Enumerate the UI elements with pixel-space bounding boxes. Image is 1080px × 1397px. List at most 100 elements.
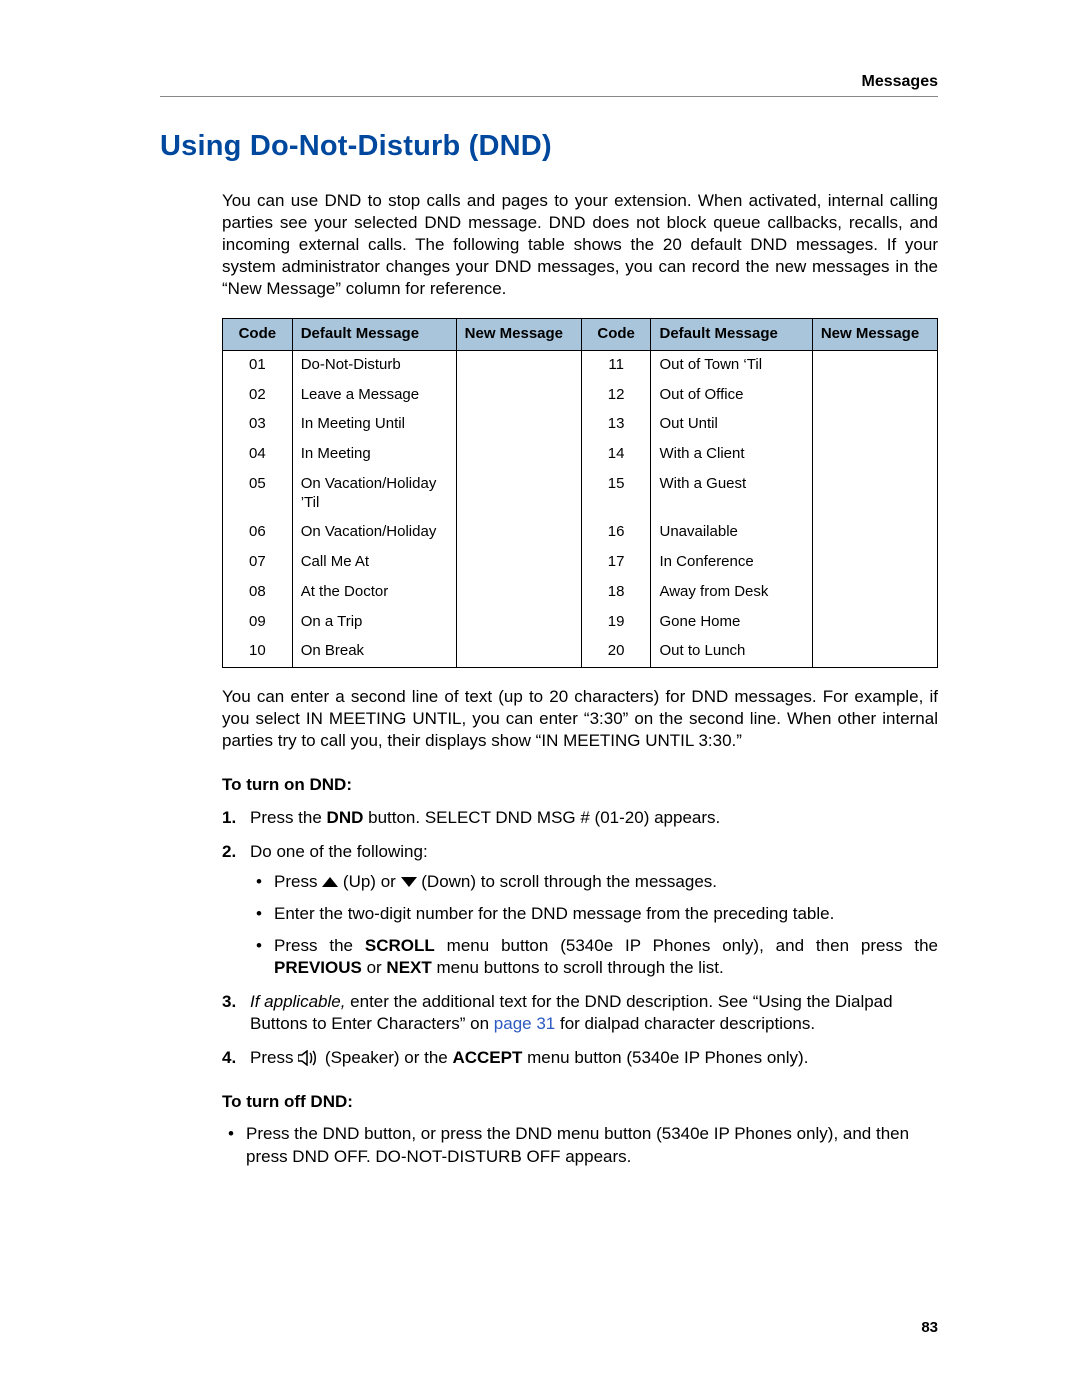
col-new-2: New Message bbox=[812, 319, 937, 351]
content-area: Using Do-Not-Disturb (DND) You can use D… bbox=[160, 128, 938, 1178]
cell-code-left: 02 bbox=[223, 381, 293, 411]
cell-code-right: 13 bbox=[581, 410, 651, 440]
cell-default-left: On Vacation/Holiday ’Til bbox=[292, 470, 456, 519]
step2-b3-e: or bbox=[362, 958, 387, 977]
cell-new-right bbox=[812, 578, 937, 608]
cell-new-right bbox=[812, 548, 937, 578]
cell-code-right: 14 bbox=[581, 440, 651, 470]
table-row: 05On Vacation/Holiday ’Til15With a Guest bbox=[223, 470, 938, 519]
table-row: 08At the Doctor 18Away from Desk bbox=[223, 578, 938, 608]
cell-code-left: 06 bbox=[223, 518, 293, 548]
cell-code-right: 11 bbox=[581, 350, 651, 380]
cell-new-right bbox=[812, 637, 937, 667]
cell-code-left: 03 bbox=[223, 410, 293, 440]
cell-new-right bbox=[812, 608, 937, 638]
intro-paragraph: You can use DND to stop calls and pages … bbox=[222, 190, 938, 300]
table-row: 04In Meeting 14With a Client bbox=[223, 440, 938, 470]
cell-default-left: In Meeting bbox=[292, 440, 456, 470]
table-row: 01Do-Not-Disturb11Out of Town ‘Til bbox=[223, 350, 938, 380]
cell-default-left: At the Doctor bbox=[292, 578, 456, 608]
cell-default-left: In Meeting Until bbox=[292, 410, 456, 440]
step2-sub-bullets: Press (Up) or (Down) to scroll through t… bbox=[250, 871, 938, 979]
cell-default-right: Out of Office bbox=[651, 381, 812, 411]
table-row: 06On Vacation/Holiday16Unavailable bbox=[223, 518, 938, 548]
cell-new-left bbox=[456, 637, 581, 667]
cell-code-right: 20 bbox=[581, 637, 651, 667]
cell-code-right: 17 bbox=[581, 548, 651, 578]
cell-new-left bbox=[456, 548, 581, 578]
cell-default-right: With a Client bbox=[651, 440, 812, 470]
cell-new-left bbox=[456, 350, 581, 380]
step2-bullet-1: Press (Up) or (Down) to scroll through t… bbox=[274, 871, 938, 893]
cell-code-right: 18 bbox=[581, 578, 651, 608]
cell-code-right: 15 bbox=[581, 470, 651, 519]
step2-b3-scroll: SCROLL bbox=[365, 936, 435, 955]
cell-default-right: Out to Lunch bbox=[651, 637, 812, 667]
step4-b: (Speaker) or the bbox=[320, 1048, 452, 1067]
cell-new-left bbox=[456, 381, 581, 411]
step3-c: for dialpad character descriptions. bbox=[555, 1014, 815, 1033]
step2-b3-g: menu buttons to scroll through the list. bbox=[432, 958, 724, 977]
header-rule bbox=[160, 96, 938, 97]
table-row: 09On a Trip19Gone Home bbox=[223, 608, 938, 638]
col-code-2: Code bbox=[581, 319, 651, 351]
cell-new-left bbox=[456, 518, 581, 548]
cell-code-left: 09 bbox=[223, 608, 293, 638]
cell-default-right: Away from Desk bbox=[651, 578, 812, 608]
cell-new-left bbox=[456, 410, 581, 440]
step2-b3-next: NEXT bbox=[386, 958, 431, 977]
cell-default-right: Out of Town ‘Til bbox=[651, 350, 812, 380]
turn-off-dnd-heading: To turn off DND: bbox=[222, 1091, 938, 1113]
running-header: Messages bbox=[862, 72, 939, 93]
after-table-paragraph: You can enter a second line of text (up … bbox=[222, 686, 938, 752]
cell-new-left bbox=[456, 440, 581, 470]
cell-code-right: 12 bbox=[581, 381, 651, 411]
cell-new-right bbox=[812, 410, 937, 440]
step4-accept: ACCEPT bbox=[452, 1048, 522, 1067]
step2-b1-b: (Up) or bbox=[338, 872, 400, 891]
step2-b1-a: Press bbox=[274, 872, 322, 891]
speaker-icon bbox=[298, 1050, 320, 1066]
cell-code-left: 04 bbox=[223, 440, 293, 470]
col-code-1: Code bbox=[223, 319, 293, 351]
down-arrow-icon bbox=[401, 875, 417, 889]
cell-default-left: On Vacation/Holiday bbox=[292, 518, 456, 548]
col-default-1: Default Message bbox=[292, 319, 456, 351]
step4-d: menu button (5340e IP Phones only). bbox=[522, 1048, 808, 1067]
col-new-1: New Message bbox=[456, 319, 581, 351]
page-31-link[interactable]: page 31 bbox=[494, 1014, 555, 1033]
step-4: Press (Speaker) or the ACCEPT menu butto… bbox=[250, 1047, 938, 1069]
step2-b3-previous: PREVIOUS bbox=[274, 958, 362, 977]
step2-b3-c: menu button (5340e IP Phones only), and … bbox=[435, 936, 938, 955]
cell-default-right: Gone Home bbox=[651, 608, 812, 638]
cell-default-right: Out Until bbox=[651, 410, 812, 440]
table-row: 07Call Me At17In Conference bbox=[223, 548, 938, 578]
turn-on-dnd-heading: To turn on DND: bbox=[222, 774, 938, 796]
cell-new-left bbox=[456, 608, 581, 638]
step2-b1-c: (Down) to scroll through the messages. bbox=[417, 872, 717, 891]
page: Messages Using Do-Not-Disturb (DND) You … bbox=[0, 0, 1080, 1397]
step1-text-a: Press the bbox=[250, 808, 327, 827]
step2-bullet-3: Press the SCROLL menu button (5340e IP P… bbox=[274, 935, 938, 979]
cell-new-right bbox=[812, 518, 937, 548]
cell-default-left: On a Trip bbox=[292, 608, 456, 638]
cell-default-right: With a Guest bbox=[651, 470, 812, 519]
cell-new-right bbox=[812, 440, 937, 470]
cell-new-right bbox=[812, 470, 937, 519]
turn-off-bullets: Press the DND button, or press the DND m… bbox=[222, 1123, 938, 1167]
step-3: If applicable, enter the additional text… bbox=[250, 991, 938, 1035]
cell-new-right bbox=[812, 381, 937, 411]
cell-default-left: Call Me At bbox=[292, 548, 456, 578]
cell-code-left: 10 bbox=[223, 637, 293, 667]
step2-bullet-2: Enter the two-digit number for the DND m… bbox=[274, 903, 938, 925]
cell-code-left: 07 bbox=[223, 548, 293, 578]
table-header-row: Code Default Message New Message Code De… bbox=[223, 319, 938, 351]
table-row: 02Leave a Message12Out of Office bbox=[223, 381, 938, 411]
cell-code-left: 01 bbox=[223, 350, 293, 380]
cell-new-left bbox=[456, 470, 581, 519]
step2-text: Do one of the following: bbox=[250, 842, 428, 861]
cell-new-left bbox=[456, 578, 581, 608]
cell-code-left: 08 bbox=[223, 578, 293, 608]
cell-default-left: On Break bbox=[292, 637, 456, 667]
page-number: 83 bbox=[921, 1318, 938, 1338]
